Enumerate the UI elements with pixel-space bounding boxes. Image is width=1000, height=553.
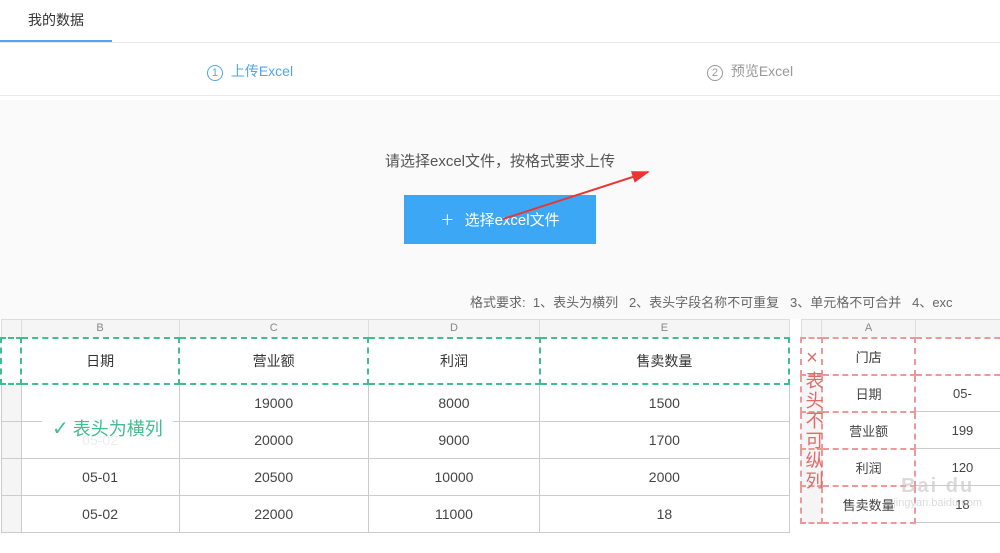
upload-hint: 请选择excel文件，按格式要求上传 bbox=[0, 150, 1000, 171]
correct-badge: ✓ 表头为横列 bbox=[42, 411, 173, 445]
correct-example: B C D E 日期 营业额 利润 售卖数量 1900080001500 05-… bbox=[0, 319, 790, 533]
format-requirements: 格式要求: 1、表头为横列 2、表头字段名称不可重复 3、单元格不可合并 4、e… bbox=[0, 274, 1000, 319]
table-header: 售卖数量 bbox=[540, 338, 789, 384]
upload-section: 请选择excel文件，按格式要求上传 ＋ 选择excel文件 bbox=[0, 100, 1000, 274]
step-label: 上传Excel bbox=[231, 63, 293, 79]
check-icon: ✓ bbox=[52, 416, 69, 441]
step-preview[interactable]: 2 预览Excel bbox=[500, 61, 1000, 81]
table-header: 利润 bbox=[368, 338, 540, 384]
table-header: 营业额 bbox=[179, 338, 368, 384]
step-number-2: 2 bbox=[707, 65, 723, 81]
select-excel-button[interactable]: ＋ 选择excel文件 bbox=[404, 195, 595, 244]
nav-tab-mydata[interactable]: 我的数据 bbox=[0, 0, 112, 42]
incorrect-badge: × 表头不可纵列 bbox=[790, 343, 837, 495]
wizard-steps: 1 上传Excel 2 预览Excel bbox=[0, 47, 1000, 96]
cross-icon: × bbox=[800, 347, 823, 371]
step-upload[interactable]: 1 上传Excel bbox=[0, 61, 500, 81]
step-label: 预览Excel bbox=[731, 63, 793, 79]
step-number-1: 1 bbox=[207, 65, 223, 81]
incorrect-example: A 门店 日期05- 营业额199 利润120 售卖数量18 × 表头不可纵列 bbox=[800, 319, 1000, 533]
plus-icon: ＋ bbox=[440, 212, 454, 228]
table-header: 日期 bbox=[21, 338, 179, 384]
button-label: 选择excel文件 bbox=[465, 212, 560, 229]
